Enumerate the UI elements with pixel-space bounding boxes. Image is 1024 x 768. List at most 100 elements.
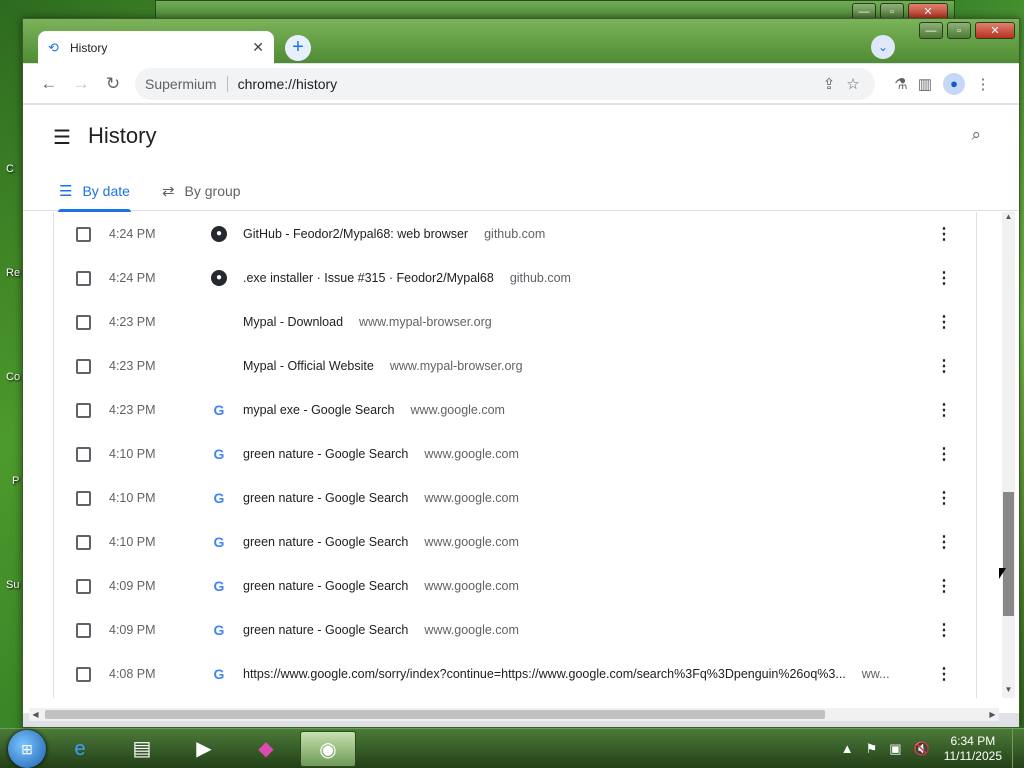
row-title-link[interactable]: green nature - Google Search <box>243 491 408 505</box>
clock[interactable]: 6:34 PM 11/11/2025 <box>944 734 1002 764</box>
back-button[interactable]: ← <box>33 68 65 100</box>
side-panel-icon[interactable]: ▥ <box>913 75 937 93</box>
row-more-actions-icon[interactable]: ⋮ <box>936 664 952 684</box>
internet-explorer-task[interactable]: e <box>52 731 108 767</box>
row-title-link[interactable]: green nature - Google Search <box>243 447 408 461</box>
row-title-link[interactable]: green nature - Google Search <box>243 623 408 637</box>
scroll-down-arrow[interactable]: ▼ <box>1002 685 1015 698</box>
tab-search-button[interactable]: ⌄ <box>871 35 895 59</box>
scroll-thumb[interactable] <box>1003 492 1014 616</box>
share-icon[interactable]: ⇪ <box>817 75 841 93</box>
row-more-actions-icon[interactable]: ⋮ <box>936 576 952 596</box>
row-more-actions-icon[interactable]: ⋮ <box>936 532 952 552</box>
scroll-thumb[interactable] <box>45 710 825 719</box>
address-bar[interactable]: Supermium chrome://history ⇪ ☆ <box>135 67 875 100</box>
row-checkbox[interactable] <box>76 402 91 418</box>
clock-date: 11/11/2025 <box>943 748 1002 763</box>
row-more-actions-icon[interactable]: ⋮ <box>936 356 952 376</box>
row-checkbox[interactable] <box>76 226 91 242</box>
row-more-actions-icon[interactable]: ⋮ <box>936 488 952 508</box>
row-more-actions-icon[interactable]: ⋮ <box>936 312 952 332</box>
bookmark-star-icon[interactable]: ☆ <box>841 75 865 93</box>
tab-history[interactable]: ⟲ History ✕ <box>38 31 274 64</box>
history-row[interactable]: 4:08 PM Ghttps://www.google.com/sorry/ind… <box>54 652 976 696</box>
history-row[interactable]: 4:10 PM Ggreen nature - Google Search www.… <box>54 432 976 476</box>
row-checkbox[interactable] <box>76 578 91 594</box>
row-title-link[interactable]: green nature - Google Search <box>243 579 408 593</box>
row-more-actions-icon[interactable]: ⋮ <box>936 620 952 640</box>
close-button[interactable]: ✕ <box>975 22 1015 39</box>
vertical-scrollbar[interactable]: ▲ ▼ <box>1002 212 1015 698</box>
history-row[interactable]: 4:23 PM Mypal - Official Website www.mypal… <box>54 344 976 388</box>
history-row[interactable]: 4:09 PM Ggreen nature - Google Search www.… <box>54 564 976 608</box>
history-tabs: ☰ By date ⇄ By group <box>58 171 273 212</box>
network-icon[interactable]: ▣ <box>889 741 901 757</box>
hamburger-menu-icon[interactable]: ☰ <box>53 125 71 150</box>
desktop-icon-label[interactable]: Re <box>6 267 20 279</box>
labs-flask-icon[interactable]: ⚗ <box>889 75 913 93</box>
volume-muted-icon[interactable]: 🔇 <box>914 741 930 757</box>
history-row[interactable]: 4:24 PM ● GitHub - Feodor2/Mypal68: web br… <box>54 212 976 256</box>
row-time: 4:23 PM <box>109 315 156 329</box>
row-domain: github.com <box>509 271 571 285</box>
mouse-cursor <box>999 568 1006 579</box>
row-checkbox[interactable] <box>76 358 91 374</box>
scroll-right-arrow[interactable]: ▶ <box>986 708 999 721</box>
tab-by-date[interactable]: ☰ By date <box>58 171 131 212</box>
close-tab-icon[interactable]: ✕ <box>252 39 264 56</box>
row-title-link[interactable]: Mypal - Download <box>243 315 343 329</box>
row-checkbox[interactable] <box>76 622 91 638</box>
start-button[interactable]: ⊞ <box>8 729 46 768</box>
history-row[interactable]: 4:23 PM Gmypal exe - Google Search www.goo… <box>54 388 976 432</box>
reload-button[interactable]: ↻ <box>97 68 129 100</box>
desktop-icon-label[interactable]: Co <box>6 371 20 383</box>
row-checkbox[interactable] <box>76 270 91 286</box>
row-more-actions-icon[interactable]: ⋮ <box>936 400 952 420</box>
forward-button[interactable]: → <box>65 68 97 100</box>
row-title-link[interactable]: mypal exe - Google Search <box>243 403 394 417</box>
maximize-button[interactable]: ▫ <box>947 22 971 39</box>
horizontal-scrollbar[interactable]: ◀ ▶ <box>29 708 999 721</box>
row-title-link[interactable]: green nature - Google Search <box>243 535 408 549</box>
history-row[interactable]: 4:09 PM Ggreen nature - Google Search www.… <box>54 608 976 652</box>
row-title-link[interactable]: Mypal - Official Website <box>243 359 374 373</box>
row-more-actions-icon[interactable]: ⋮ <box>936 444 952 464</box>
desktop-icon-label[interactable]: P <box>12 475 19 487</box>
scroll-left-arrow[interactable]: ◀ <box>29 708 42 721</box>
history-row[interactable]: 4:10 PM Ggreen nature - Google Search www.… <box>54 520 976 564</box>
row-more-actions-icon[interactable]: ⋮ <box>936 268 952 288</box>
app-task[interactable]: ◆ <box>238 731 294 767</box>
row-checkbox[interactable] <box>76 666 91 682</box>
search-icon[interactable]: ⌕ <box>971 125 981 145</box>
row-domain: github.com <box>484 227 546 241</box>
browser-brand: Supermium <box>145 75 228 92</box>
desktop-icon-label[interactable]: C <box>6 163 14 175</box>
row-checkbox[interactable] <box>76 314 91 330</box>
history-row[interactable]: 4:24 PM ● .exe installer · Issue #315 · Fe… <box>54 256 976 300</box>
media-player-task[interactable]: ▶ <box>176 731 232 767</box>
scroll-up-arrow[interactable]: ▲ <box>1002 212 1015 225</box>
row-more-actions-icon[interactable]: ⋮ <box>936 224 952 244</box>
new-tab-button[interactable]: + <box>285 35 311 61</box>
row-title-link[interactable]: .exe installer · Issue #315 · Feodor2/My… <box>243 271 494 285</box>
tab-by-group[interactable]: ⇄ By group <box>162 171 241 211</box>
row-checkbox[interactable] <box>76 446 91 462</box>
action-center-icon[interactable]: ⚑ <box>866 741 878 757</box>
history-row[interactable]: 4:23 PM Mypal - Download www.mypal-browser… <box>54 300 976 344</box>
desktop-icon-label[interactable]: Su <box>6 579 19 591</box>
profile-avatar[interactable]: ● <box>943 72 965 95</box>
row-checkbox[interactable] <box>76 534 91 550</box>
menu-kebab-icon[interactable]: ⋮ <box>971 75 995 93</box>
supermium-task[interactable]: ◉ <box>300 730 356 767</box>
row-title-link[interactable]: GitHub - Feodor2/Mypal68: web browser <box>243 227 468 241</box>
url-text[interactable]: chrome://history <box>238 76 817 92</box>
show-hidden-icons-icon[interactable]: ▲ <box>841 741 854 756</box>
history-row[interactable]: 4:10 PM Ggreen nature - Google Search www.… <box>54 476 976 520</box>
row-domain: www.mypal-browser.org <box>389 359 523 373</box>
minimize-button[interactable]: — <box>919 22 943 39</box>
row-title-link[interactable]: https://www.google.com/sorry/index?conti… <box>243 667 846 681</box>
row-checkbox[interactable] <box>76 490 91 506</box>
file-explorer-task[interactable]: ▤ <box>114 731 170 767</box>
show-desktop-button[interactable] <box>1012 728 1024 768</box>
browser-window: — ▫ ✕ ⟲ History ✕ + ⌄ ← → ↻ Supermium ch… <box>22 18 1020 728</box>
